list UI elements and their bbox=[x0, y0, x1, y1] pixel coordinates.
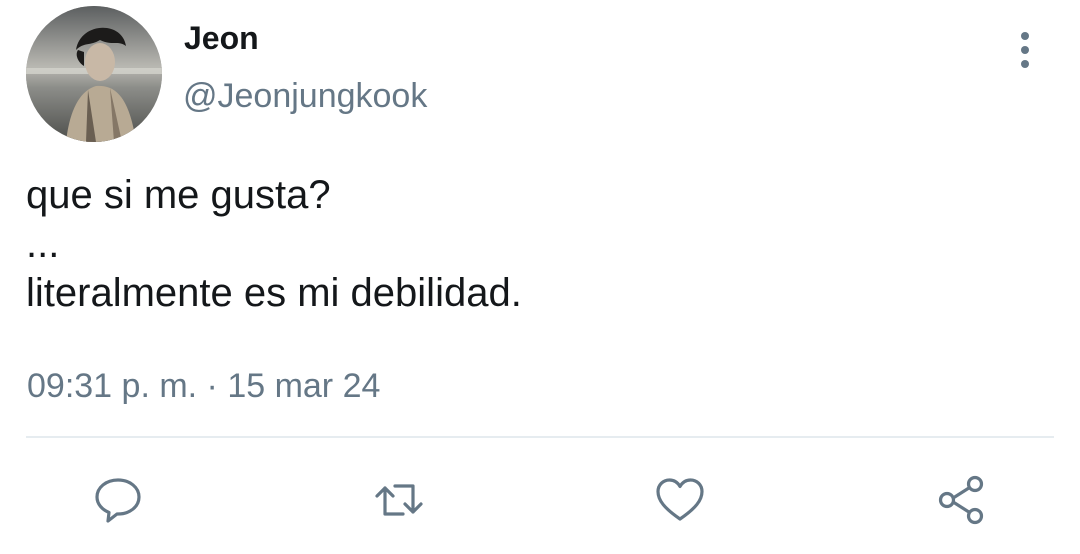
user-handle[interactable]: @Jeonjungkook bbox=[183, 76, 427, 116]
heart-icon bbox=[656, 478, 704, 521]
share-icon bbox=[938, 475, 984, 525]
more-vertical-icon-dot bbox=[1021, 60, 1029, 68]
reply-button[interactable] bbox=[90, 472, 146, 528]
divider bbox=[26, 436, 1054, 438]
retweet-button[interactable] bbox=[371, 472, 427, 528]
tweet-text: que si me gusta? ... literalmente es mi … bbox=[26, 168, 522, 320]
avatar[interactable] bbox=[26, 6, 162, 142]
reply-icon bbox=[95, 478, 141, 523]
retweet-icon bbox=[375, 484, 423, 516]
share-button[interactable] bbox=[933, 472, 989, 528]
tweet-line: que si me gusta? bbox=[26, 173, 331, 217]
like-button[interactable] bbox=[652, 472, 708, 528]
more-vertical-icon bbox=[1021, 32, 1029, 40]
display-name[interactable]: Jeon bbox=[184, 18, 259, 58]
avatar-photo bbox=[26, 6, 162, 142]
tweet-line: literalmente es mi debilidad. bbox=[26, 271, 522, 315]
tweet-line: ... bbox=[26, 222, 60, 266]
more-options-button[interactable] bbox=[1006, 28, 1044, 72]
tweet-timestamp[interactable]: 09:31 p. m. · 15 mar 24 bbox=[27, 366, 380, 406]
more-vertical-icon-dot bbox=[1021, 46, 1029, 54]
